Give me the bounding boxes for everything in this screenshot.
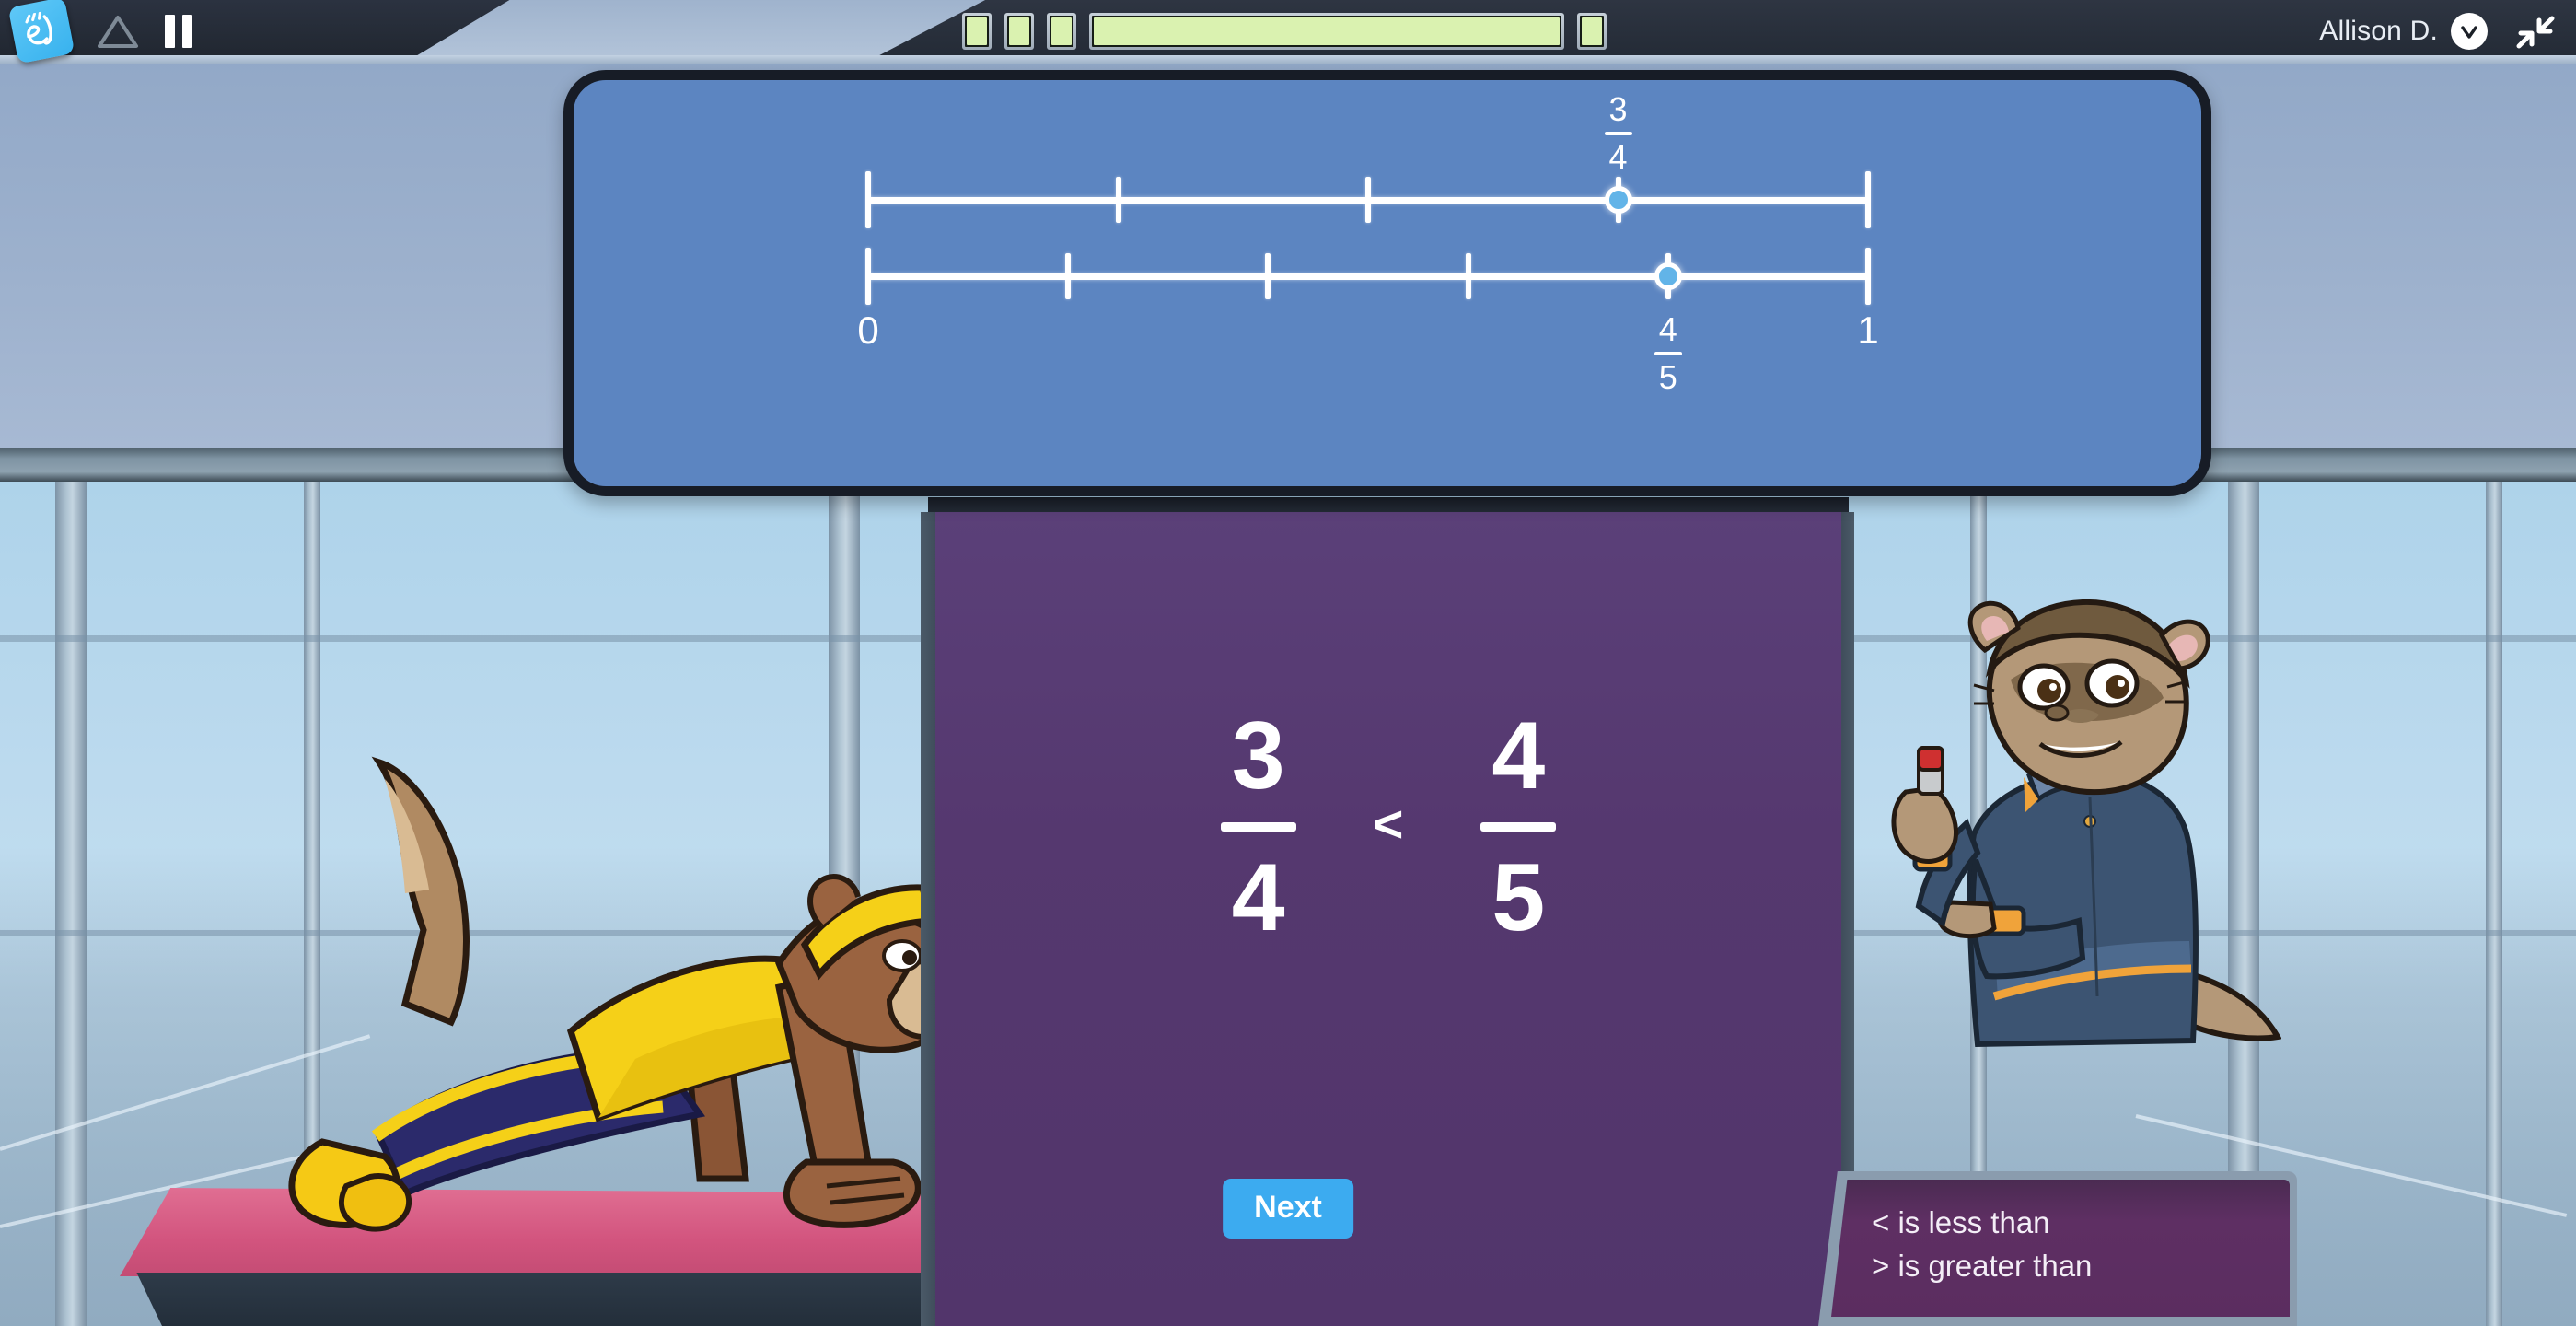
progress-segment-fill: [1582, 17, 1602, 45]
fraction-bar: [1654, 352, 1682, 355]
fraction-board: 3 4 < 4 5: [934, 505, 1843, 1326]
board-left-edge: [921, 512, 935, 1326]
number-line-tick: [1865, 171, 1871, 228]
number-line-tick: [1065, 253, 1072, 299]
comparison-operator: <: [1373, 794, 1404, 853]
fraction-bar: [1604, 132, 1632, 135]
progress-segment-fill: [967, 17, 987, 45]
number-line-fraction-label: 45: [1654, 311, 1682, 396]
verified-check-icon[interactable]: [2451, 13, 2488, 50]
board-top-edge: [928, 497, 1849, 512]
right-fraction-denominator: 5: [1491, 844, 1546, 951]
number-line-panel: 344501: [563, 70, 2211, 496]
hint-less-than: < is less than: [1872, 1205, 2050, 1239]
game-stage: 3 4 < 4 5 Next 344501 < is less than > i…: [0, 0, 2576, 1326]
number-line-marker[interactable]: [1654, 262, 1682, 290]
number-line-tick: [1865, 248, 1871, 305]
fraction-numerator: 4: [1658, 310, 1677, 348]
character-student-plank: [288, 756, 980, 1232]
fraction-denominator: 4: [1608, 138, 1628, 176]
progress-segment-fill: [1094, 17, 1560, 45]
fraction-denominator: 5: [1658, 358, 1677, 396]
number-line-axis: [868, 273, 1868, 280]
progress-segment: [962, 13, 992, 50]
toolbar-underline: [0, 55, 2576, 64]
right-fraction-numerator: 4: [1491, 703, 1546, 809]
number-line-tick: [1365, 177, 1371, 223]
pause-bar-left: [165, 15, 175, 48]
number-line-tick: [1115, 177, 1121, 223]
hint-greater-than: > is greater than: [1872, 1248, 2093, 1283]
left-fraction: 3 4: [1220, 703, 1296, 951]
right-fraction-bar: [1480, 822, 1557, 832]
number-line-tick: [865, 248, 871, 305]
number-line-fraction-label: 34: [1604, 90, 1632, 176]
fraction-numerator: 3: [1608, 90, 1628, 128]
app-logo-icon[interactable]: [7, 0, 75, 64]
progress-segment: [1089, 13, 1564, 50]
number-line-tick: [1465, 253, 1471, 299]
pause-icon[interactable]: [158, 13, 199, 50]
progress-segment-well: [965, 16, 989, 47]
user-name-label: Allison D.: [2319, 16, 2438, 46]
next-button[interactable]: Next: [1223, 1179, 1353, 1239]
number-line-container: 344501: [574, 80, 2201, 486]
comparison-hint-box: < is less than > is greater than: [1818, 1171, 2297, 1326]
triangle-home-icon[interactable]: [96, 13, 140, 50]
number-line-tick: [1265, 253, 1271, 299]
user-area: Allison D.: [2319, 0, 2488, 63]
character-ferret-teacher: [1891, 599, 2281, 1048]
progress-segment: [1577, 13, 1607, 50]
progress-segment-fill: [1009, 17, 1029, 45]
progress-segment-well: [1092, 16, 1561, 47]
number-line-end-label-right: 1: [1857, 308, 1879, 352]
number-line-end-label-left: 0: [857, 308, 879, 352]
pause-bar-right: [182, 15, 192, 48]
progress-segment: [1047, 13, 1076, 50]
progress-segment-fill: [1051, 17, 1072, 45]
left-fraction-numerator: 3: [1231, 703, 1285, 809]
number-line-marker[interactable]: [1604, 186, 1632, 214]
progress-segment-well: [1580, 16, 1604, 47]
progress-segment: [1004, 13, 1034, 50]
left-fraction-bar: [1220, 822, 1296, 832]
progress-meter: [962, 12, 1607, 51]
hint-panel: < is less than > is greater than: [1831, 1180, 2290, 1317]
exit-fullscreen-icon[interactable]: [2513, 13, 2558, 52]
progress-segment-well: [1007, 16, 1031, 47]
right-fraction: 4 5: [1480, 703, 1557, 951]
window-frame-column: [55, 482, 87, 1326]
fraction-comparison: 3 4 < 4 5: [934, 703, 1843, 951]
left-fraction-denominator: 4: [1231, 844, 1285, 951]
top-toolbar: Allison D.: [0, 0, 2576, 64]
number-line-tick: [865, 171, 871, 228]
progress-segment-well: [1050, 16, 1073, 47]
